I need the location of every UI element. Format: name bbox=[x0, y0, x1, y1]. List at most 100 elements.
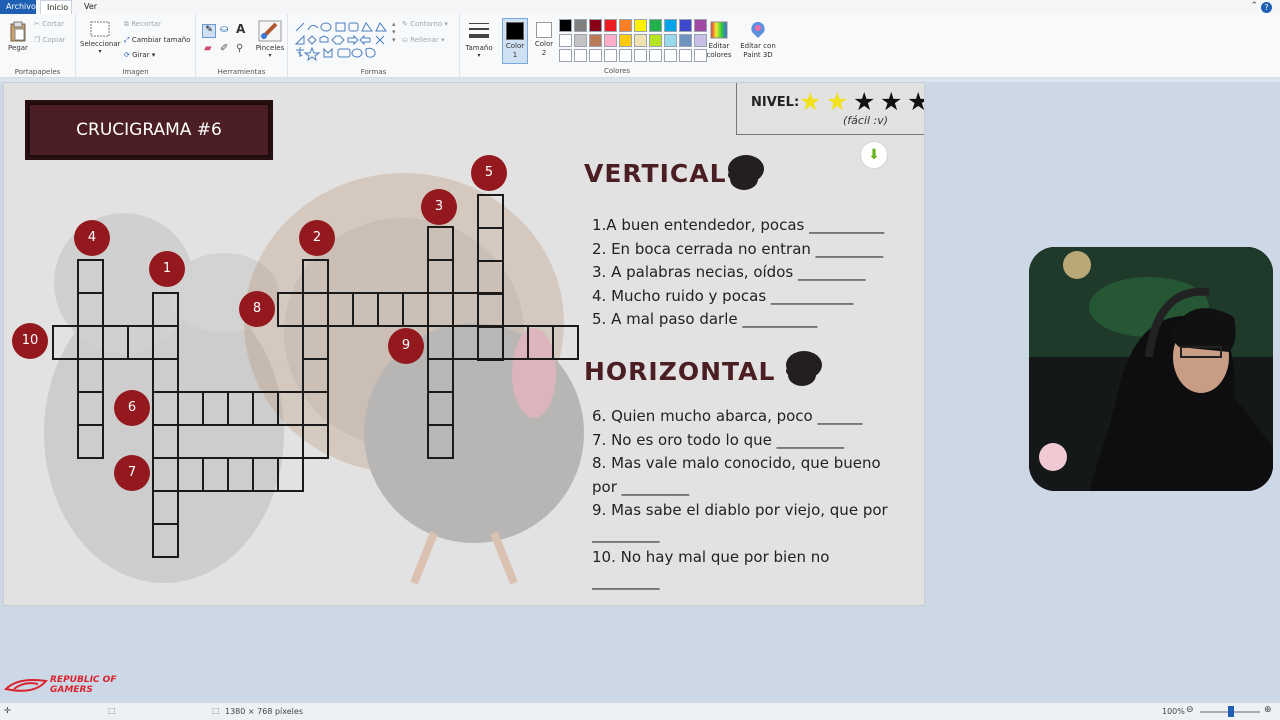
crossword-cell[interactable] bbox=[427, 391, 454, 426]
crossword-cell[interactable] bbox=[152, 457, 179, 492]
zoom-slider-thumb[interactable] bbox=[1228, 706, 1234, 717]
palette-swatch[interactable] bbox=[604, 34, 617, 47]
crossword-cell[interactable] bbox=[452, 292, 479, 327]
crossword-cell[interactable] bbox=[502, 325, 529, 360]
paint3d-button[interactable]: Editar con Paint 3D bbox=[738, 20, 778, 60]
crossword-cell[interactable] bbox=[377, 292, 404, 327]
crossword-cell[interactable] bbox=[302, 292, 329, 327]
crossword-cell[interactable] bbox=[152, 490, 179, 525]
pencil-icon[interactable]: ✎ bbox=[202, 24, 216, 38]
palette-swatch[interactable] bbox=[589, 34, 602, 47]
crossword-cell[interactable] bbox=[302, 358, 329, 393]
crossword-cell[interactable] bbox=[77, 391, 104, 426]
crossword-cell[interactable] bbox=[427, 292, 454, 327]
crossword-cell[interactable] bbox=[427, 325, 454, 360]
magnifier-icon[interactable]: ⚲ bbox=[236, 43, 243, 54]
canvas[interactable]: CRUCIGRAMA #6 12345678910 NIVEL: ★★★★★ (… bbox=[3, 82, 925, 606]
crossword-cell[interactable] bbox=[77, 292, 104, 327]
crossword-cell[interactable] bbox=[477, 325, 504, 360]
palette-empty-swatch[interactable] bbox=[634, 49, 647, 62]
menu-archivo[interactable]: Archivo bbox=[0, 0, 36, 14]
select-button[interactable]: Seleccionar ▾ bbox=[80, 20, 121, 55]
crossword-cell[interactable] bbox=[427, 226, 454, 261]
palette-swatch[interactable] bbox=[559, 34, 572, 47]
crossword-cell[interactable] bbox=[152, 358, 179, 393]
crossword-cell[interactable] bbox=[152, 325, 179, 360]
crossword-cell[interactable] bbox=[302, 259, 329, 294]
crossword-cell[interactable] bbox=[477, 292, 504, 327]
palette-swatch[interactable] bbox=[604, 19, 617, 32]
size-button[interactable]: Tamaño ▾ bbox=[462, 20, 496, 59]
palette-empty-swatch[interactable] bbox=[574, 49, 587, 62]
crossword-cell[interactable] bbox=[152, 391, 179, 426]
brushes-button[interactable]: Pinceles ▾ bbox=[254, 20, 286, 59]
menu-ver[interactable]: Ver bbox=[78, 0, 102, 14]
resize-button[interactable]: ⤢ Cambiar tamaño bbox=[124, 36, 190, 45]
crossword-cell[interactable] bbox=[327, 292, 354, 327]
crossword-cell[interactable] bbox=[102, 325, 129, 360]
crossword-cell[interactable] bbox=[302, 424, 329, 459]
palette-swatch[interactable] bbox=[574, 34, 587, 47]
crossword-cell[interactable] bbox=[552, 325, 579, 360]
crossword-cell[interactable] bbox=[227, 391, 254, 426]
crossword-cell[interactable] bbox=[252, 391, 279, 426]
crossword-cell[interactable] bbox=[52, 325, 79, 360]
palette-swatch[interactable] bbox=[634, 19, 647, 32]
crossword-cell[interactable] bbox=[127, 325, 154, 360]
crossword-cell[interactable] bbox=[477, 260, 504, 295]
crossword-cell[interactable] bbox=[452, 325, 479, 360]
shapes-scroll[interactable]: ▴ ▾ ▾ bbox=[392, 20, 396, 44]
paste-button[interactable]: Pegar bbox=[6, 20, 30, 52]
zoom-out-icon[interactable]: ⊖ bbox=[1186, 705, 1194, 715]
help-icon[interactable]: ? bbox=[1261, 2, 1272, 13]
crossword-cell[interactable] bbox=[152, 523, 179, 558]
shapes-gallery[interactable] bbox=[294, 20, 390, 66]
palette-swatch[interactable] bbox=[679, 19, 692, 32]
text-icon[interactable]: A bbox=[236, 22, 245, 36]
palette-swatch[interactable] bbox=[649, 34, 662, 47]
palette-empty-swatch[interactable] bbox=[679, 49, 692, 62]
palette-empty-swatch[interactable] bbox=[604, 49, 617, 62]
cut-button[interactable]: ✂ Cortar bbox=[34, 20, 64, 28]
palette-empty-swatch[interactable] bbox=[559, 49, 572, 62]
palette-swatch[interactable] bbox=[559, 19, 572, 32]
crossword-cell[interactable] bbox=[302, 325, 329, 360]
crossword-cell[interactable] bbox=[77, 325, 104, 360]
crossword-cell[interactable] bbox=[402, 292, 429, 327]
palette-swatch[interactable] bbox=[619, 19, 632, 32]
picker-icon[interactable]: ✐ bbox=[220, 43, 228, 54]
palette-empty-swatch[interactable] bbox=[649, 49, 662, 62]
crossword-cell[interactable] bbox=[352, 292, 379, 327]
crossword-cell[interactable] bbox=[227, 457, 254, 492]
menu-inicio[interactable]: Inicio bbox=[40, 0, 72, 14]
collapse-ribbon-icon[interactable]: ⌃ bbox=[1250, 1, 1258, 11]
crossword-cell[interactable] bbox=[477, 194, 504, 229]
crossword-cell[interactable] bbox=[277, 457, 304, 492]
crossword-cell[interactable] bbox=[177, 457, 204, 492]
fill-button[interactable]: ⛀ Rellenar ▾ bbox=[402, 36, 445, 44]
palette-swatch[interactable] bbox=[634, 34, 647, 47]
crossword-cell[interactable] bbox=[77, 358, 104, 393]
palette-swatch[interactable] bbox=[664, 19, 677, 32]
crossword-cell[interactable] bbox=[77, 259, 104, 294]
crossword-cell[interactable] bbox=[252, 457, 279, 492]
crossword-cell[interactable] bbox=[277, 292, 304, 327]
crossword-cell[interactable] bbox=[277, 391, 304, 426]
palette-empty-swatch[interactable] bbox=[619, 49, 632, 62]
crossword-cell[interactable] bbox=[152, 424, 179, 459]
palette-swatch[interactable] bbox=[679, 34, 692, 47]
rotate-button[interactable]: ⟳ Girar ▾ bbox=[124, 51, 155, 59]
zoom-in-icon[interactable]: ⊕ bbox=[1264, 705, 1272, 715]
crossword-cell[interactable] bbox=[77, 424, 104, 459]
palette-swatch[interactable] bbox=[574, 19, 587, 32]
palette-swatch[interactable] bbox=[619, 34, 632, 47]
eraser-icon[interactable]: ▰ bbox=[204, 43, 212, 54]
color1-button[interactable]: Color 1 bbox=[502, 18, 528, 64]
crossword-cell[interactable] bbox=[427, 424, 454, 459]
crossword-cell[interactable] bbox=[302, 391, 329, 426]
crossword-cell[interactable] bbox=[527, 325, 554, 360]
copy-button[interactable]: ❐ Copiar bbox=[34, 36, 65, 44]
palette-swatch[interactable] bbox=[664, 34, 677, 47]
crossword-cell[interactable] bbox=[427, 259, 454, 294]
crossword-cell[interactable] bbox=[477, 227, 504, 262]
